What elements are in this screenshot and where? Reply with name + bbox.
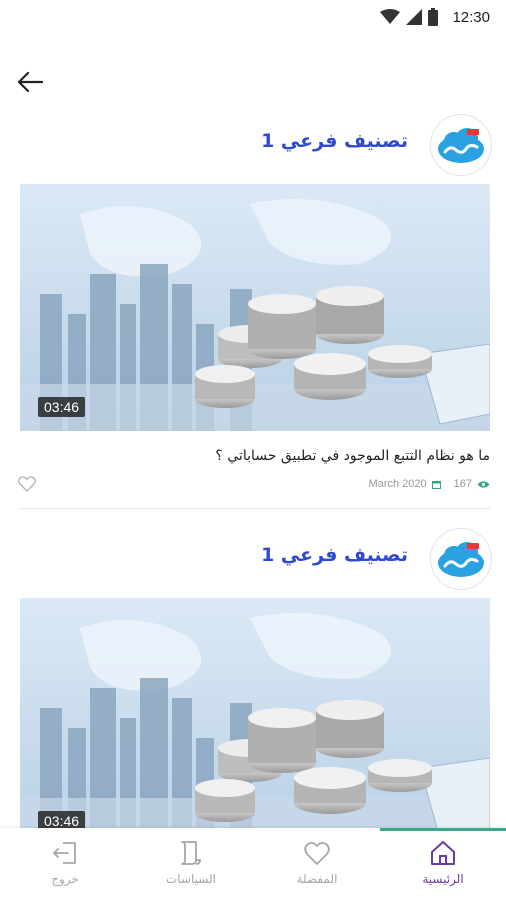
home-icon: [431, 841, 455, 865]
eye-icon: [477, 480, 490, 488]
heart-outline-icon: [18, 476, 36, 492]
nav-label: خروج: [51, 872, 79, 886]
hesabati-logo: [438, 128, 484, 163]
nav-item-favorites[interactable]: المفضلة: [254, 828, 380, 900]
status-bar: 12:30: [0, 0, 506, 34]
logout-icon: [53, 842, 76, 864]
heart-icon: [304, 841, 330, 865]
thumbnail-image: [20, 598, 490, 830]
video-title[interactable]: ما هو نظام التتبع الموجود في تطبيق حسابا…: [215, 448, 490, 464]
arrow-left-icon: [17, 71, 43, 93]
status-time: 12:30: [452, 8, 490, 26]
hesabati-logo: [438, 542, 484, 577]
wifi-icon: [380, 9, 401, 24]
nav-label: الرئيسية: [422, 872, 464, 886]
channel-avatar[interactable]: [430, 114, 492, 176]
battery-icon: [428, 8, 439, 26]
nav-label: المفضلة: [296, 872, 338, 886]
nav-item-logout[interactable]: خروج: [2, 828, 128, 900]
video-card: تصنيف فرعي 1: [0, 110, 506, 524]
thumbnail-image: [20, 184, 490, 431]
bottom-navigation: الرئيسية المفضلة السياسات خروج: [0, 828, 506, 900]
nav-item-home[interactable]: الرئيسية: [380, 828, 506, 900]
nav-label: السياسات: [166, 872, 216, 886]
back-button[interactable]: [12, 64, 48, 100]
nav-item-policies[interactable]: السياسات: [128, 828, 254, 900]
video-meta: March 2020 167: [18, 476, 490, 496]
video-thumbnail[interactable]: 03:46: [20, 598, 490, 830]
video-date: March 2020: [368, 478, 427, 490]
signal-icon: [406, 9, 423, 25]
document-icon: [181, 841, 201, 865]
app-bar: [0, 58, 506, 106]
like-button[interactable]: [18, 476, 36, 496]
calendar-icon: [431, 480, 441, 489]
card-header: تصنيف فرعي 1: [0, 524, 506, 598]
card-divider: [20, 508, 490, 509]
channel-title[interactable]: تصنيف فرعي 1: [261, 544, 408, 566]
video-card: تصنيف فرعي 1: [0, 524, 506, 830]
view-count: 167: [453, 478, 472, 490]
video-thumbnail[interactable]: 03:46: [20, 184, 490, 431]
video-duration: 03:46: [38, 397, 86, 417]
card-header: تصنيف فرعي 1: [0, 110, 506, 184]
meta-info: March 2020 167: [369, 478, 490, 490]
channel-title[interactable]: تصنيف فرعي 1: [261, 130, 408, 152]
video-feed[interactable]: تصنيف فرعي 1 03:46 ما هو نظام التتبع الم…: [0, 110, 506, 830]
channel-avatar[interactable]: [430, 528, 492, 590]
